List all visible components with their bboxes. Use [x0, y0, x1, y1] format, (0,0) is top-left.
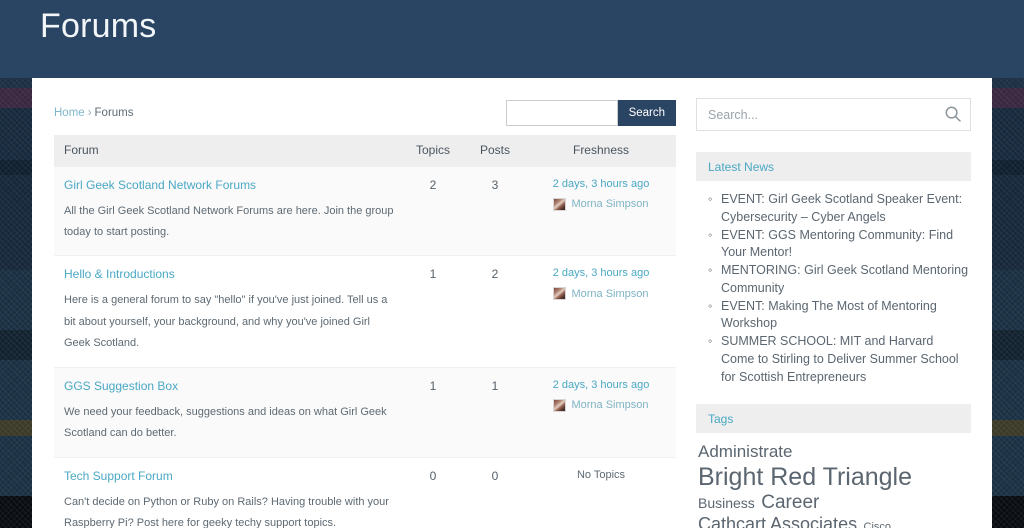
- content-topbar: Home › Forums Search: [54, 98, 676, 128]
- widget-latest-news-title: Latest News: [708, 159, 775, 174]
- widget-tags-title: Tags: [708, 411, 734, 426]
- topics-count: 1: [429, 378, 437, 393]
- sidebar-search: [696, 98, 971, 131]
- forum-search-button[interactable]: Search: [617, 100, 676, 126]
- posts-count: 1: [491, 378, 499, 393]
- posts-count: 2: [491, 267, 499, 282]
- breadcrumb: Home › Forums: [54, 107, 134, 119]
- tag-link[interactable]: Cathcart Associates: [698, 514, 857, 528]
- forums-table-body: Girl Geek Scotland Network Forums All the…: [54, 166, 676, 528]
- forum-cell: Hello & Introductions Here is a general f…: [54, 256, 402, 367]
- forum-cell: GGS Suggestion Box We need your feedback,…: [54, 367, 402, 457]
- news-item[interactable]: EVENT: Girl Geek Scotland Speaker Event:…: [708, 191, 969, 227]
- freshness-author-link[interactable]: Morna Simpson: [553, 197, 649, 211]
- tartan-pattern-right: [990, 0, 1024, 528]
- forum-name-link[interactable]: Tech Support Forum: [64, 469, 402, 483]
- freshness-no-topics: No Topics: [576, 468, 626, 481]
- author-name: Morna Simpson: [571, 287, 649, 300]
- search-icon[interactable]: [944, 105, 962, 123]
- topics-count: 1: [429, 267, 437, 282]
- forum-cell: Tech Support Forum Can't decide on Python…: [54, 457, 402, 528]
- widget-tags: Tags Administrate Bright Red Triangle Bu…: [696, 404, 971, 528]
- forum-description: We need your feedback, suggestions and i…: [64, 405, 387, 440]
- forum-search-input[interactable]: [505, 100, 618, 126]
- column-header-posts: Posts: [464, 135, 526, 166]
- sidebar: Latest News EVENT: Girl Geek Scotland Sp…: [696, 98, 971, 528]
- tag-link[interactable]: Bright Red Triangle: [698, 463, 912, 491]
- author-name: Morna Simpson: [571, 399, 649, 412]
- tag-cloud: Administrate Bright Red Triangle Busines…: [696, 433, 971, 528]
- freshness-time-link[interactable]: 2 days, 3 hours ago: [526, 267, 676, 279]
- breadcrumb-current: Forums: [94, 107, 134, 119]
- avatar: [553, 398, 567, 412]
- freshness-cell: 2 days, 3 hours ago Morna Simpson: [526, 166, 676, 256]
- topics-count: 0: [429, 468, 437, 483]
- author-name: Morna Simpson: [571, 198, 649, 210]
- tag-link[interactable]: Cisco: [864, 521, 892, 528]
- widget-tags-header: Tags: [696, 404, 971, 434]
- widget-latest-news-header: Latest News: [696, 152, 971, 181]
- posts-count: 0: [491, 468, 499, 483]
- forum-name-link[interactable]: Girl Geek Scotland Network Forums: [64, 178, 402, 192]
- freshness-author-link[interactable]: Morna Simpson: [553, 287, 649, 301]
- freshness-cell: No Topics: [526, 457, 676, 528]
- tag-link[interactable]: Career: [761, 492, 819, 513]
- news-item[interactable]: EVENT: GGS Mentoring Community: Find You…: [708, 227, 969, 263]
- freshness-time-link[interactable]: 2 days, 3 hours ago: [526, 379, 676, 391]
- main-content: Home › Forums Search Forum Topics Posts Fr…: [54, 98, 676, 528]
- tag-link[interactable]: Administrate: [698, 442, 792, 461]
- search-icon-glyph: [945, 106, 961, 122]
- topics-count: 2: [429, 177, 437, 192]
- table-header-row: Forum Topics Posts Freshness: [54, 135, 676, 166]
- forum-description: Here is a general forum to say "hello" i…: [64, 294, 388, 350]
- freshness-time-link[interactable]: 2 days, 3 hours ago: [526, 178, 676, 190]
- breadcrumb-separator: ›: [87, 107, 92, 119]
- news-item[interactable]: EVENT: Making The Most of Mentoring Work…: [708, 298, 969, 334]
- forum-search-form: Search: [505, 100, 676, 126]
- forum-description: All the Girl Geek Scotland Network Forum…: [64, 204, 394, 238]
- forums-table: Forum Topics Posts Freshness Girl Geek S…: [54, 135, 676, 528]
- table-row: Tech Support Forum Can't decide on Python…: [54, 457, 676, 528]
- forum-name-link[interactable]: Hello & Introductions: [64, 267, 402, 281]
- news-item[interactable]: MENTORING: Girl Geek Scotland Mentoring …: [708, 262, 969, 298]
- avatar: [553, 287, 567, 301]
- forum-name-link[interactable]: GGS Suggestion Box: [64, 379, 402, 393]
- table-row: Girl Geek Scotland Network Forums All the…: [54, 166, 676, 256]
- breadcrumb-home[interactable]: Home: [54, 107, 85, 119]
- column-header-freshness: Freshness: [526, 135, 676, 166]
- table-row: Hello & Introductions Here is a general f…: [54, 255, 676, 367]
- table-row: GGS Suggestion Box We need your feedback,…: [54, 367, 676, 458]
- content-card: Home › Forums Search Forum Topics Posts Fr…: [32, 78, 992, 528]
- posts-count: 3: [491, 177, 499, 192]
- tag-link[interactable]: Business: [698, 495, 755, 511]
- page-header: Forums: [0, 0, 1024, 78]
- freshness-cell: 2 days, 3 hours ago Morna Simpson: [526, 367, 676, 457]
- forum-cell: Girl Geek Scotland Network Forums All the…: [54, 166, 402, 256]
- latest-news-list: EVENT: Girl Geek Scotland Speaker Event:…: [696, 181, 971, 386]
- tartan-pattern-left: [0, 0, 34, 528]
- avatar: [553, 197, 567, 211]
- widget-latest-news: Latest News EVENT: Girl Geek Scotland Sp…: [696, 152, 971, 386]
- column-header-topics: Topics: [402, 135, 464, 166]
- news-item[interactable]: SUMMER SCHOOL: MIT and Harvard Come to S…: [708, 333, 969, 386]
- sidebar-search-input[interactable]: [696, 98, 971, 131]
- forums-table-head: Forum Topics Posts Freshness: [54, 135, 676, 166]
- freshness-author-link[interactable]: Morna Simpson: [553, 398, 649, 412]
- forum-description: Can't decide on Python or Ruby on Rails?…: [64, 495, 389, 528]
- column-header-forum: Forum: [54, 135, 402, 166]
- freshness-cell: 2 days, 3 hours ago Morna Simpson: [526, 256, 676, 367]
- page-title: Forums: [40, 7, 157, 45]
